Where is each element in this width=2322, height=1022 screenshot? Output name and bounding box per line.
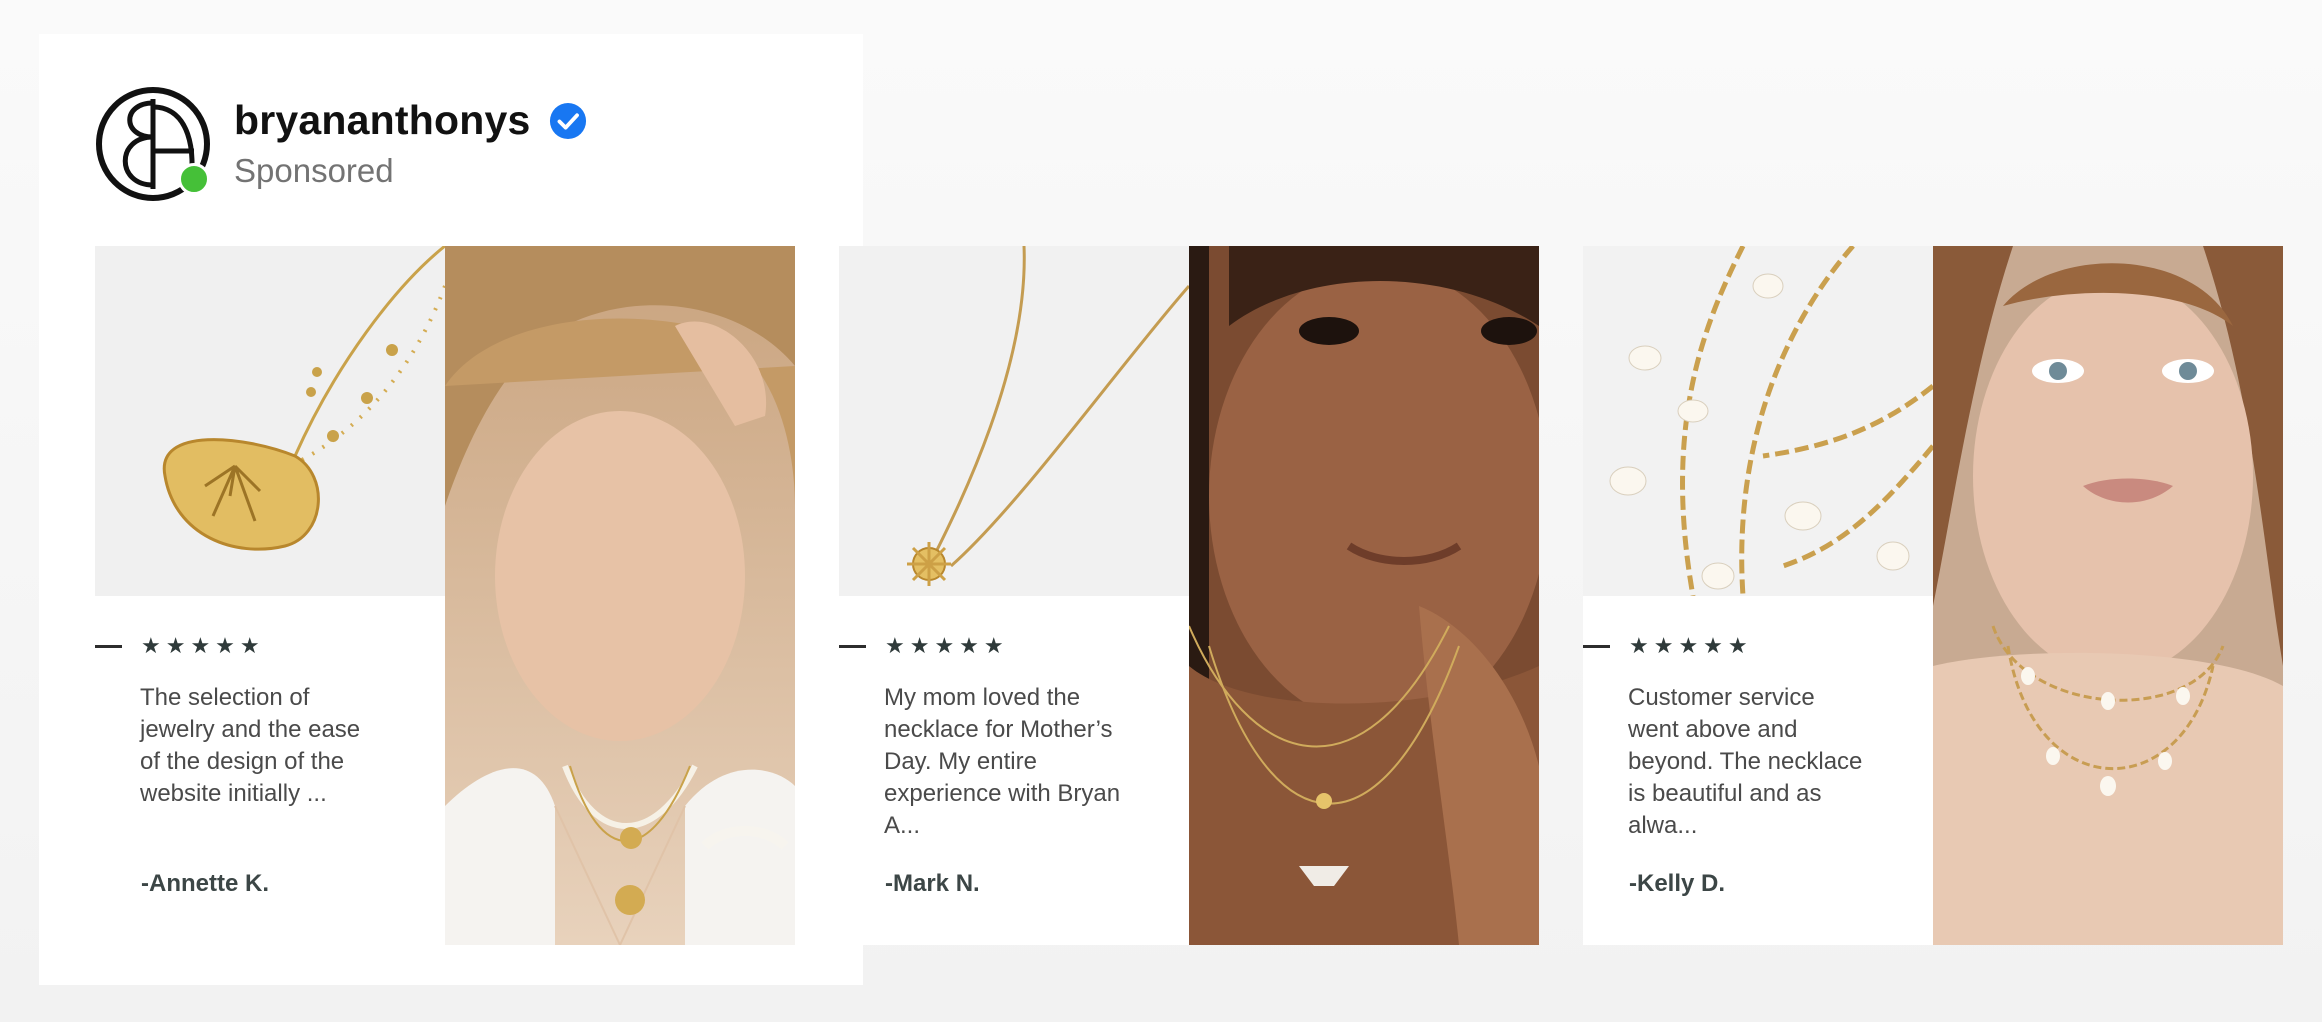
reviewer-name: -Annette K.	[141, 870, 269, 897]
model-image[interactable]	[1933, 246, 2283, 945]
rating-row: ★★★★★	[95, 634, 265, 659]
model-image[interactable]	[1189, 246, 1539, 945]
model-photo-icon	[1933, 246, 2283, 945]
sun-pendant-necklace-icon	[839, 246, 1189, 596]
review-panel: ★★★★★ Customer service went above and be…	[1583, 246, 1933, 945]
pearl-chain-necklace-icon	[1583, 246, 1933, 596]
rating-row: ★★★★★	[839, 634, 1009, 659]
five-star-icon: ★★★★★	[141, 634, 265, 659]
name-block: bryananthonys Sponsored	[234, 97, 587, 190]
dash-divider	[95, 645, 122, 648]
dash-divider	[1583, 645, 1610, 648]
name-row: bryananthonys	[234, 97, 587, 144]
product-image[interactable]	[1583, 246, 1933, 596]
review-panel: ★★★★★ The selection of jewelry and the e…	[95, 246, 445, 945]
brand-avatar[interactable]	[96, 86, 210, 201]
verified-badge-icon	[549, 102, 586, 139]
sponsored-label: Sponsored	[234, 152, 394, 189]
carousel-slide[interactable]: ★★★★★ The selection of jewelry and the e…	[95, 246, 795, 945]
post-header: bryananthonys Sponsored	[96, 86, 587, 201]
review-text: My mom loved the necklace for Mother’s D…	[884, 684, 1121, 839]
reviewer-name: -Kelly D.	[1629, 870, 1726, 897]
carousel-slide[interactable]: ★★★★★ My mom loved the necklace for Moth…	[839, 246, 1539, 945]
review-text: The selection of jewelry and the ease of…	[140, 684, 361, 807]
rating-row: ★★★★★	[1583, 634, 1753, 659]
reviewer-name: -Mark N.	[885, 870, 980, 897]
product-image[interactable]	[839, 246, 1189, 596]
username-link[interactable]: bryananthonys	[234, 97, 531, 144]
five-star-icon: ★★★★★	[885, 634, 1009, 659]
model-photo-icon	[445, 246, 795, 945]
carousel-slide[interactable]: ★★★★★ Customer service went above and be…	[1583, 246, 2283, 945]
online-status-dot	[178, 162, 210, 195]
review-carousel[interactable]: ★★★★★ The selection of jewelry and the e…	[95, 246, 2283, 945]
dash-divider	[839, 645, 866, 648]
model-image[interactable]	[445, 246, 795, 945]
five-star-icon: ★★★★★	[1629, 634, 1753, 659]
review-text: Customer service went above and beyond. …	[1628, 684, 1863, 839]
model-photo-icon	[1189, 246, 1539, 945]
review-panel: ★★★★★ My mom loved the necklace for Moth…	[839, 246, 1189, 945]
sand-dollar-necklace-icon	[95, 246, 445, 596]
product-image[interactable]	[95, 246, 445, 596]
